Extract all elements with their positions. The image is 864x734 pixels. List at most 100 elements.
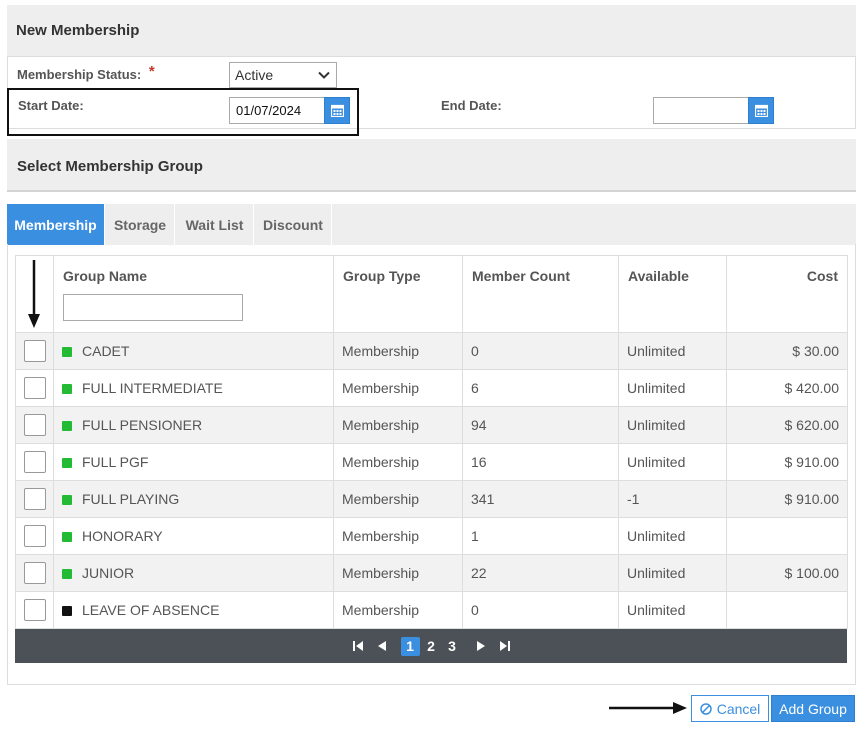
status-color-icon: [62, 495, 72, 505]
group-name-cell: FULL PENSIONER: [53, 406, 334, 444]
member-count-cell: 1: [462, 517, 619, 555]
column-header-group-type: Group Type: [333, 255, 463, 333]
membership-status-label-text: Membership Status:: [17, 67, 142, 82]
membership-status-label: Membership Status: *: [17, 63, 155, 83]
row-checkbox[interactable]: [24, 377, 46, 399]
status-color-icon: [62, 569, 72, 579]
available-cell: Unlimited: [618, 406, 727, 444]
table-row[interactable]: FULL PGF Membership 16 Unlimited $ 910.00: [15, 443, 848, 481]
column-header-group-name: Group Name: [53, 255, 334, 333]
member-count-cell: 341: [462, 480, 619, 518]
first-page-button[interactable]: [348, 636, 368, 656]
row-checkbox[interactable]: [24, 340, 46, 362]
next-page-button[interactable]: [471, 636, 491, 656]
group-name: FULL INTERMEDIATE: [82, 380, 223, 396]
prev-page-icon: [377, 641, 386, 651]
member-count-cell: 6: [462, 369, 619, 407]
row-select-cell: [15, 369, 54, 407]
last-page-button[interactable]: [495, 636, 515, 656]
group-name-cell: JUNIOR: [53, 554, 334, 592]
group-name-cell: LEAVE OF ABSENCE: [53, 591, 334, 629]
group-type-cell: Membership: [333, 480, 463, 518]
prev-page-button[interactable]: [372, 636, 392, 656]
table-row[interactable]: CADET Membership 0 Unlimited $ 30.00: [15, 332, 848, 370]
row-checkbox[interactable]: [24, 488, 46, 510]
cancel-button[interactable]: Cancel: [691, 695, 769, 722]
membership-status-select[interactable]: Active: [229, 62, 337, 88]
group-type-cell: Membership: [333, 443, 463, 481]
row-select-cell: [15, 554, 54, 592]
group-type-cell: Membership: [333, 554, 463, 592]
available-cell: Unlimited: [618, 554, 727, 592]
table-row[interactable]: HONORARY Membership 1 Unlimited: [15, 517, 848, 555]
row-checkbox[interactable]: [24, 599, 46, 621]
row-checkbox[interactable]: [24, 451, 46, 473]
member-count-cell: 22: [462, 554, 619, 592]
down-arrow-annotation-icon: [28, 260, 40, 328]
table-row[interactable]: LEAVE OF ABSENCE Membership 0 Unlimited: [15, 591, 848, 629]
tab-membership[interactable]: Membership: [7, 204, 105, 245]
page-2-button[interactable]: 2: [422, 637, 441, 656]
table-header-row: Group Name Group Type Member Count Avail…: [15, 255, 848, 333]
chevron-down-icon: [318, 71, 330, 79]
group-name-cell: CADET: [53, 332, 334, 370]
row-checkbox[interactable]: [24, 414, 46, 436]
status-color-icon: [62, 421, 72, 431]
end-date-calendar-button[interactable]: [748, 97, 774, 124]
right-arrow-annotation-icon: [609, 702, 687, 714]
group-name-cell: FULL INTERMEDIATE: [53, 369, 334, 407]
column-header-cost: Cost: [726, 255, 848, 333]
available-cell: Unlimited: [618, 332, 727, 370]
membership-group-table: Group Name Group Type Member Count Avail…: [15, 255, 848, 629]
available-cell: Unlimited: [618, 443, 727, 481]
cost-cell: $ 100.00: [726, 554, 848, 592]
member-count-cell: 0: [462, 332, 619, 370]
cost-cell: $ 910.00: [726, 480, 848, 518]
membership-status-value: Active: [235, 67, 274, 83]
row-select-cell: [15, 332, 54, 370]
row-checkbox[interactable]: [24, 562, 46, 584]
table-row[interactable]: JUNIOR Membership 22 Unlimited $ 100.00: [15, 554, 848, 592]
end-date-input[interactable]: [653, 97, 749, 124]
status-color-icon: [62, 532, 72, 542]
group-name: HONORARY: [82, 528, 163, 544]
group-name: FULL PGF: [82, 454, 149, 470]
group-type-cell: Membership: [333, 332, 463, 370]
group-name: JUNIOR: [82, 565, 135, 581]
status-color-icon: [62, 458, 72, 468]
row-checkbox[interactable]: [24, 525, 46, 547]
group-name-cell: FULL PGF: [53, 443, 334, 481]
tab-storage[interactable]: Storage: [106, 204, 175, 245]
last-page-icon: [499, 641, 510, 651]
status-color-icon: [62, 347, 72, 357]
cost-cell: $ 30.00: [726, 332, 848, 370]
group-name-cell: FULL PLAYING: [53, 480, 334, 518]
cost-cell: $ 420.00: [726, 369, 848, 407]
calendar-icon: [754, 104, 768, 117]
tab-discount[interactable]: Discount: [255, 204, 332, 245]
cancel-icon: [699, 702, 712, 715]
page-3-button[interactable]: 3: [443, 637, 462, 656]
status-color-icon: [62, 606, 72, 616]
page-1-button[interactable]: 1: [400, 636, 420, 656]
cost-cell: $ 910.00: [726, 443, 848, 481]
group-name: LEAVE OF ABSENCE: [82, 602, 220, 618]
group-name-filter-input[interactable]: [63, 294, 243, 321]
row-select-cell: [15, 480, 54, 518]
table-row[interactable]: FULL INTERMEDIATE Membership 6 Unlimited $ 4…: [15, 369, 848, 407]
row-select-cell: [15, 443, 54, 481]
add-group-button[interactable]: Add Group: [771, 695, 855, 722]
group-type-cell: Membership: [333, 369, 463, 407]
table-row[interactable]: FULL PENSIONER Membership 94 Unlimited $ 620…: [15, 406, 848, 444]
available-cell: Unlimited: [618, 369, 727, 407]
group-name-cell: HONORARY: [53, 517, 334, 555]
table-row[interactable]: FULL PLAYING Membership 341 -1 $ 910.00: [15, 480, 848, 518]
group-name: FULL PLAYING: [82, 491, 180, 507]
tab-wait-list[interactable]: Wait List: [176, 204, 254, 245]
cost-cell: [726, 517, 848, 555]
cost-cell: $ 620.00: [726, 406, 848, 444]
group-name: FULL PENSIONER: [82, 417, 203, 433]
available-cell: Unlimited: [618, 517, 727, 555]
next-page-icon: [476, 641, 485, 651]
member-count-cell: 0: [462, 591, 619, 629]
